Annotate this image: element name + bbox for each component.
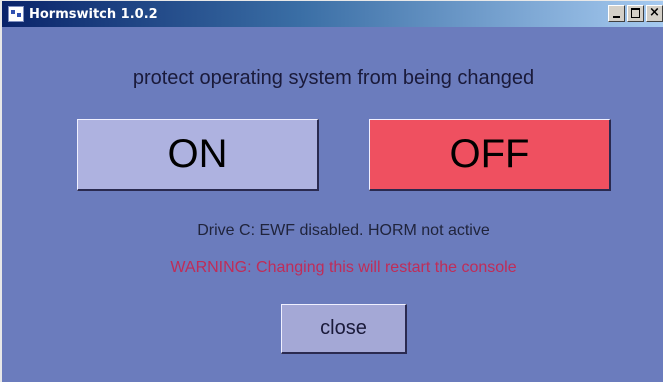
- app-icon: [8, 6, 24, 22]
- warning-text: WARNING: Changing this will restart the …: [170, 259, 517, 276]
- hormswitch-window: Hormswitch 1.0.2 × protect operating sys…: [0, 0, 663, 382]
- minimize-icon[interactable]: [608, 5, 625, 22]
- window-controls: ×: [606, 5, 663, 22]
- page-subtitle: protect operating system from being chan…: [132, 67, 535, 89]
- close-button[interactable]: close: [281, 304, 407, 354]
- title-bar[interactable]: Hormswitch 1.0.2 ×: [2, 1, 663, 27]
- window-title: Hormswitch 1.0.2: [29, 6, 158, 22]
- on-button[interactable]: ON: [77, 119, 319, 191]
- close-icon[interactable]: ×: [646, 5, 663, 22]
- maximize-icon[interactable]: [627, 5, 644, 22]
- status-text: Drive C: EWF disabled. HORM not active: [197, 222, 490, 239]
- off-button[interactable]: OFF: [369, 119, 611, 191]
